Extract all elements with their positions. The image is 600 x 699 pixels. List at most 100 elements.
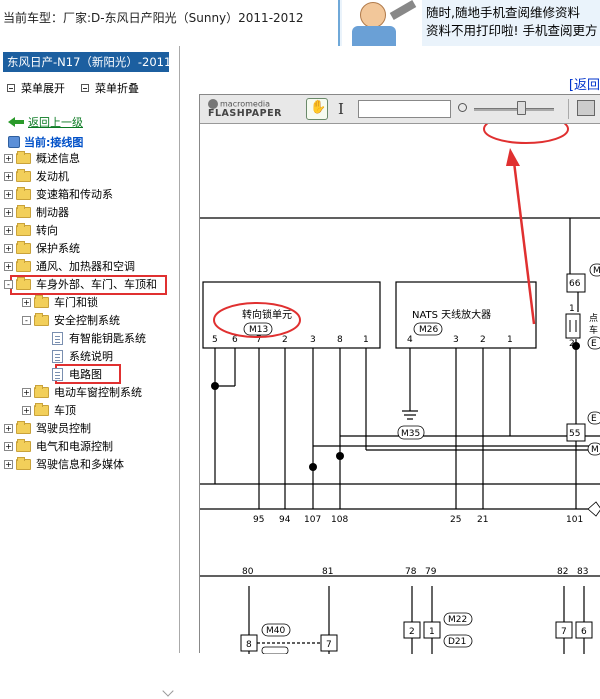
nats-antenna-code: M26 <box>419 325 438 335</box>
connector-code: E <box>591 414 597 424</box>
logo-bottom-text: FLASHPAPER <box>208 108 282 119</box>
expand-toggle-icon[interactable]: + <box>4 243 13 253</box>
folder-icon <box>16 276 31 290</box>
tree-item[interactable]: + 驾驶员控制 <box>4 420 91 436</box>
folder-icon <box>34 312 49 326</box>
wire-number: 94 <box>279 515 291 525</box>
annotation-arrow <box>512 161 536 325</box>
wiring-diagram: 转向锁单元 M13 5 6 7 2 3 8 1 NATS 天线放大器 M26 4… <box>200 124 600 654</box>
back-up-link[interactable]: 返回上一级 <box>8 114 83 130</box>
tree-item-label: 通风、加热器和空调 <box>36 260 135 273</box>
wire-number: 78 <box>405 567 417 577</box>
zoom-slider-thumb[interactable] <box>517 101 526 115</box>
expand-menu-button[interactable]: 菜单展开 <box>7 80 65 96</box>
collapse-toggle-icon[interactable]: - <box>22 315 31 325</box>
tree-item-label: 有智能钥匙系统 <box>69 332 146 345</box>
tree-item-label: 制动器 <box>36 206 69 219</box>
document-icon <box>52 331 63 345</box>
sidebar-scrollbar[interactable] <box>162 246 176 699</box>
car-model-title: 当前车型：厂家:D-东风日产阳光（Sunny）2011-2012 <box>3 11 304 25</box>
collapse-icon <box>81 84 89 92</box>
ad-line-1: 随时,随地手机查阅维修资料 <box>426 5 580 20</box>
document-icon <box>52 367 63 381</box>
wire-number: 101 <box>566 515 583 525</box>
connector-pin: 2 <box>569 339 575 349</box>
tree-item[interactable]: + 驾驶信息和多媒体 <box>4 456 124 472</box>
folder-icon <box>16 420 31 434</box>
folder-icon <box>16 456 31 470</box>
folder-icon <box>34 402 49 416</box>
tree-item[interactable]: + 发动机 <box>4 168 69 184</box>
tree-item[interactable]: + 车顶 <box>22 402 76 418</box>
annotation-arrow-head <box>506 148 520 166</box>
folder-icon <box>16 168 31 182</box>
connector-code: M40 <box>266 626 285 636</box>
tree-item-label: 概述信息 <box>36 152 80 165</box>
wire-number: 25 <box>450 515 461 525</box>
pin-label: 1 <box>507 335 513 345</box>
folder-icon <box>16 186 31 200</box>
expand-toggle-icon[interactable]: + <box>22 405 31 415</box>
folder-icon <box>16 204 31 218</box>
folder-icon <box>16 222 31 236</box>
search-input[interactable] <box>358 100 451 118</box>
text-select-icon[interactable]: I <box>338 100 344 118</box>
wire-number: 108 <box>331 515 348 525</box>
junction-dot <box>211 382 219 390</box>
expand-toggle-icon[interactable]: + <box>22 297 31 307</box>
pin-label: 3 <box>310 335 316 345</box>
tree-item[interactable]: + 概述信息 <box>4 150 80 166</box>
current-location: 当前:接线图 <box>8 134 83 150</box>
zoom-slider-track[interactable] <box>474 108 554 111</box>
connector-pin: 7 <box>561 627 567 637</box>
wire-number: 21 <box>477 515 488 525</box>
tree-item-label: 电路图 <box>69 368 102 381</box>
tree-item[interactable]: + 车门和锁 <box>22 294 98 310</box>
tree-item[interactable]: + 通风、加热器和空调 <box>4 258 135 274</box>
tree-item[interactable]: + 变速箱和传动系 <box>4 186 113 202</box>
tree-item[interactable]: + 电动车窗控制系统 <box>22 384 142 400</box>
connector-pin: 55 <box>569 429 580 439</box>
pin-label: 4 <box>407 335 413 345</box>
return-link[interactable]: [返回 <box>569 74 600 93</box>
expand-toggle-icon[interactable]: + <box>4 459 13 469</box>
tree-item[interactable]: 系统说明 <box>52 348 113 364</box>
expand-toggle-icon[interactable]: + <box>4 189 13 199</box>
connector-code: M22 <box>448 615 467 625</box>
hand-tool-icon[interactable] <box>306 98 328 120</box>
expand-toggle-icon[interactable]: + <box>4 225 13 235</box>
expand-toggle-icon[interactable]: + <box>4 171 13 181</box>
expand-toggle-icon[interactable]: + <box>4 153 13 163</box>
connector-pin: 66 <box>569 279 581 289</box>
tree-item[interactable]: 有智能钥匙系统 <box>52 330 146 346</box>
wire-number: 83 <box>577 567 588 577</box>
steering-lock-code: M13 <box>249 325 268 335</box>
expand-toggle-icon[interactable]: + <box>22 387 31 397</box>
folder-icon <box>34 384 49 398</box>
tree-item[interactable]: - 安全控制系统 <box>22 312 120 328</box>
tree-item[interactable]: + 制动器 <box>4 204 69 220</box>
connector-pin: 1 <box>569 304 575 314</box>
expand-toggle-icon[interactable]: + <box>4 207 13 217</box>
pin-label: 8 <box>337 335 343 345</box>
connector-pin: 7 <box>326 640 332 650</box>
pin-label: 2 <box>282 335 288 345</box>
expand-toggle-icon[interactable]: + <box>4 423 13 433</box>
expand-toggle-icon[interactable]: + <box>4 441 13 451</box>
nats-antenna-title: NATS 天线放大器 <box>412 308 491 321</box>
tree-item[interactable]: + 电气和电源控制 <box>4 438 113 454</box>
wire-number: 107 <box>304 515 321 525</box>
tree-item[interactable]: + 转向 <box>4 222 58 238</box>
tree-item[interactable]: 电路图 <box>52 366 102 382</box>
ad-banner[interactable]: 随时,随地手机查阅维修资料 资料不用打印啦! 手机查阅更方 <box>338 0 600 46</box>
print-icon[interactable] <box>577 100 595 116</box>
expand-toggle-icon[interactable]: + <box>4 261 13 271</box>
collapse-menu-button[interactable]: 菜单折叠 <box>81 80 139 96</box>
mechanic-illustration <box>342 0 422 46</box>
pin-label: 6 <box>232 335 238 345</box>
tree-item-label: 电气和电源控制 <box>36 440 113 453</box>
tree-item[interactable]: + 保护系统 <box>4 240 80 256</box>
collapse-toggle-icon[interactable]: - <box>4 279 13 289</box>
annotation-ellipse-zoom <box>483 124 569 144</box>
tree-item[interactable]: - 车身外部、车门、车顶和 <box>4 276 157 292</box>
